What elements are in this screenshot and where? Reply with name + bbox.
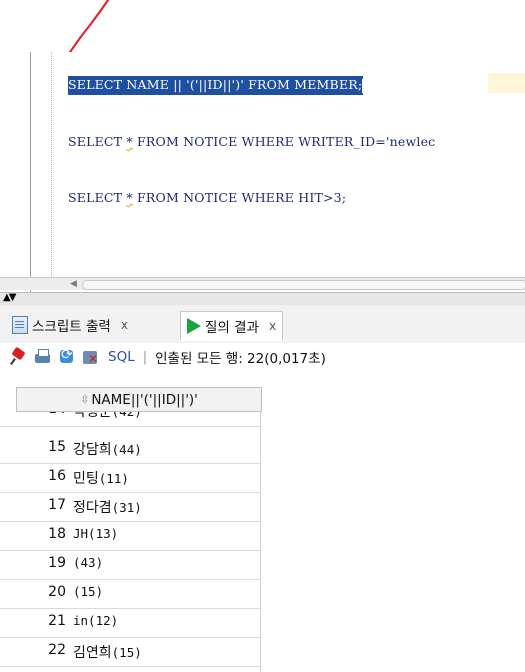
scrollbar-thumb[interactable] — [82, 280, 525, 290]
name-id-cell[interactable]: (43) — [73, 555, 103, 571]
cell-id: (15) — [73, 584, 104, 599]
name-id-cell[interactable]: JH(13) — [73, 526, 118, 542]
table-row[interactable]: 16 민팅(11) — [0, 463, 260, 493]
sql-line-3[interactable]: SELECT * FROM NOTICE WHERE HIT>3; — [68, 190, 346, 205]
pin-icon[interactable] — [10, 348, 28, 366]
scroll-left-icon[interactable]: ◀ — [70, 278, 77, 290]
table-row[interactable]: 19 (43) — [0, 550, 260, 580]
panel-splitter[interactable]: ▲▼ — [0, 292, 525, 306]
cell-id: in(12) — [73, 613, 119, 628]
editor-border — [30, 52, 31, 292]
row-number[interactable]: 15 — [0, 439, 66, 455]
delete-icon[interactable] — [82, 348, 100, 366]
script-output-icon — [12, 316, 28, 334]
sql-editor[interactable]: SELECT NAME || '('||ID||')' FROM MEMBER;… — [0, 52, 525, 292]
name-id-cell[interactable]: 민팅(11) — [73, 468, 129, 488]
tab-query-result-label: 질의 결과 — [205, 320, 259, 336]
cell-id: JH(13) — [73, 526, 119, 541]
name-id-cell[interactable]: 정다겸(31) — [73, 497, 142, 517]
name-id-cell[interactable]: in(12) — [73, 613, 118, 629]
row-number[interactable]: 17 — [0, 497, 66, 513]
editor-horizontal-scrollbar[interactable]: ◀ — [0, 277, 525, 290]
cell-id: (43) — [73, 555, 104, 570]
row-number[interactable]: 16 — [0, 468, 66, 484]
table-row[interactable]: 22 김연희(15) — [0, 637, 260, 667]
result-grid[interactable]: 14박형준(42)15강담희(44)16민팅(11)17정다겸(31)18JH(… — [0, 385, 525, 672]
name-id-cell[interactable]: (15) — [73, 584, 103, 600]
table-row[interactable]: 15 강담희(44) — [0, 434, 260, 464]
row-number[interactable]: 20 — [0, 584, 66, 600]
editor-gutter — [51, 52, 66, 277]
row-number[interactable]: 22 — [0, 642, 66, 658]
fetch-status: 인출된 모든 행: 22(0,017초) — [155, 351, 326, 367]
sql-line-2-pre: SELECT — [68, 134, 127, 149]
cell-id: (15) — [111, 645, 142, 660]
print-icon[interactable] — [34, 348, 52, 366]
sql-button[interactable]: SQL — [108, 349, 135, 365]
cell-id: (11) — [98, 471, 129, 486]
name-id-cell[interactable]: 김연희(15) — [73, 642, 142, 662]
cell-id: (44) — [111, 442, 142, 457]
toolbar-separator: | — [142, 349, 148, 365]
text-cursor — [362, 78, 364, 93]
sql-line-1-text: SELECT NAME || '('||ID||')' FROM MEMBER; — [68, 77, 363, 92]
output-tabs: 스크립트 출력 x 질의 결과 x — [0, 305, 525, 344]
sql-line-2[interactable]: SELECT * FROM NOTICE WHERE WRITER_ID='ne… — [68, 134, 435, 149]
cell-name: 민팅 — [73, 471, 99, 487]
tab-script-output-label: 스크립트 출력 — [32, 319, 111, 335]
column-header-label: NAME||'('||ID||')' — [91, 391, 198, 408]
cell-name: 강담희 — [73, 442, 112, 458]
name-id-cell[interactable]: 강담희(44) — [73, 439, 142, 459]
cell-id: (31) — [111, 500, 142, 515]
table-row[interactable]: 18 JH(13) — [0, 521, 260, 551]
row-number[interactable]: 19 — [0, 555, 66, 571]
column-header[interactable]: ⇳ NAME||'('||ID||')' — [16, 387, 262, 412]
table-row[interactable]: 17 정다겸(31) — [0, 492, 260, 522]
tab-query-result[interactable]: 질의 결과 x — [180, 311, 284, 341]
table-row[interactable]: 21 in(12) — [0, 608, 260, 638]
close-icon[interactable]: x — [121, 318, 128, 332]
sql-line-3-post: FROM NOTICE WHERE HIT>3; — [132, 190, 347, 205]
collapse-arrows-icon[interactable]: ▲▼ — [3, 292, 16, 303]
query-result-icon — [187, 318, 201, 334]
sql-line-1[interactable]: SELECT NAME || '('||ID||')' FROM MEMBER; — [68, 76, 364, 95]
sort-icon[interactable]: ⇳ — [80, 393, 89, 406]
refresh-icon[interactable] — [58, 347, 76, 366]
row-number[interactable]: 21 — [0, 613, 66, 629]
result-toolbar: SQL | 인출된 모든 행: 22(0,017초) — [0, 343, 525, 371]
sql-line-3-pre: SELECT — [68, 190, 127, 205]
sql-line-2-post: FROM NOTICE WHERE WRITER_ID='newlec — [132, 134, 436, 149]
row-number[interactable]: 18 — [0, 526, 66, 542]
cell-name: 김연희 — [73, 645, 112, 661]
cell-name: 정다겸 — [73, 500, 112, 516]
current-line-highlight — [488, 73, 525, 93]
table-row[interactable]: 20 (15) — [0, 579, 260, 609]
grid-column-divider — [260, 387, 261, 672]
close-icon[interactable]: x — [269, 319, 276, 333]
tab-script-output[interactable]: 스크립트 출력 x — [6, 311, 134, 339]
